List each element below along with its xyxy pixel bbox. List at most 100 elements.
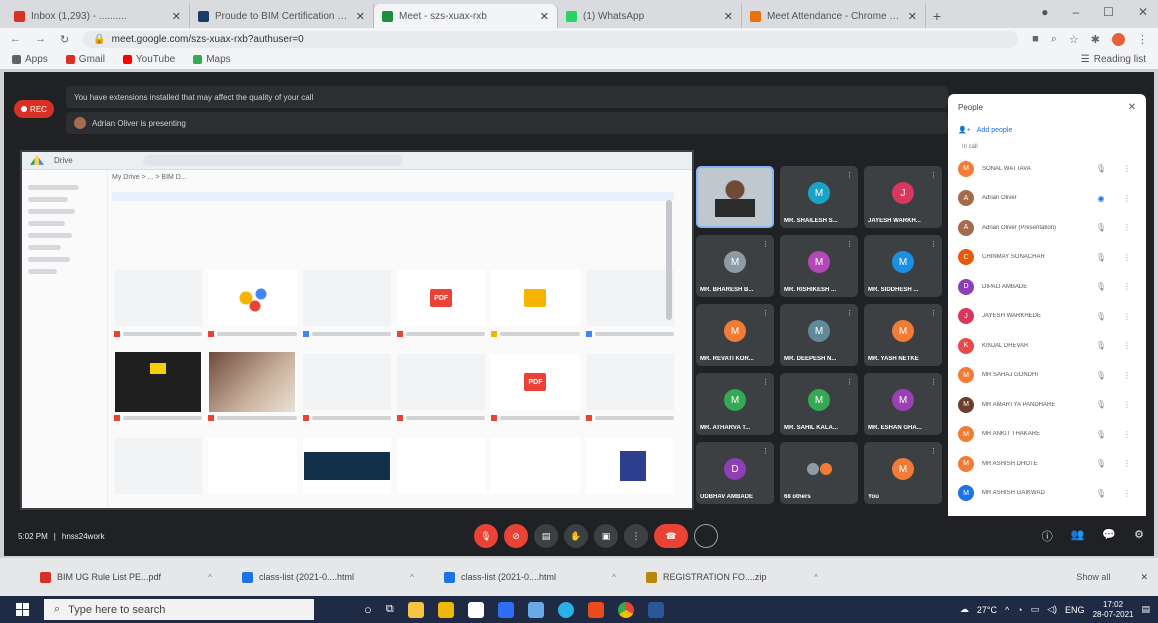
participant-row[interactable]: M MR ASHISH DHOTE 🎙 ⋮ (948, 449, 1146, 479)
participant-tile[interactable]: D UDBHAV AMBADE ⋮ (696, 442, 774, 504)
new-tab-button[interactable]: + (926, 4, 948, 28)
camera-off-button[interactable]: ⊘ (504, 524, 528, 548)
more-options-icon[interactable]: ⋮ (1118, 223, 1136, 232)
participant-tile[interactable]: M MR. ATHARVA T... ⋮ (696, 373, 774, 435)
more-options-icon[interactable]: ⋮ (1118, 489, 1136, 498)
present-button[interactable]: ▣ (594, 524, 618, 548)
participant-tile[interactable]: M MR. REVATI KOR... ⋮ (696, 304, 774, 366)
url-field[interactable]: 🔒 meet.google.com/szs-xuax-rxb?authuser=… (83, 30, 1019, 48)
add-people-button[interactable]: 👤+ Add people (948, 120, 1146, 140)
reading-list-button[interactable]: ☰ Reading list (1081, 54, 1146, 65)
participant-tile[interactable]: J JAYESH WARKH... ⋮ (864, 166, 942, 228)
star-icon[interactable]: ☆ (1069, 33, 1079, 46)
participant-tile[interactable]: M MR. SAHIL KALA... ⋮ (780, 373, 858, 435)
zoom-icon[interactable]: ⌕ (1051, 33, 1057, 46)
participant-tile[interactable]: M You ⋮ (864, 442, 942, 504)
bookmark-3[interactable]: Maps (193, 54, 231, 65)
profile-menu-icon[interactable]: ● (1041, 5, 1048, 19)
menu-dots-icon[interactable]: ⋮ (1137, 33, 1148, 46)
participant-tile[interactable] (696, 166, 774, 228)
participant-tile[interactable]: M MR. YASH NETKE ⋮ (864, 304, 942, 366)
more-options-icon[interactable]: ⋮ (1118, 400, 1136, 409)
mic-off-button[interactable]: 🎙 (474, 524, 498, 548)
participant-row[interactable]: M MR ANKIT THAKARE 🎙 ⋮ (948, 420, 1146, 450)
volume-icon[interactable]: ◁) (1047, 604, 1057, 615)
reload-icon[interactable]: ↻ (60, 33, 69, 46)
participant-row[interactable]: K KINJAL DHEVAR 🎙 ⋮ (948, 331, 1146, 361)
close-downloads-icon[interactable]: ✕ (1140, 572, 1148, 583)
bookmark-1[interactable]: Gmail (65, 54, 105, 65)
mic-muted-icon[interactable]: 🎙 (1092, 459, 1110, 468)
participant-row[interactable]: A Adrian Oliver ◉ ⋮ (948, 184, 1146, 214)
app-icon-1[interactable] (407, 601, 424, 618)
download-item[interactable]: class-list (2021-0....html ^ (444, 571, 616, 583)
more-options-icon[interactable]: ⋮ (1118, 253, 1136, 262)
taskbar-search[interactable]: ⌕ Type here to search (44, 599, 314, 620)
raise-hand-button[interactable]: ✋ (564, 524, 588, 548)
drive-scrollbar[interactable] (666, 200, 672, 320)
participant-tile[interactable]: M MR. RISHIKESH ... ⋮ (780, 235, 858, 297)
activities-icon[interactable]: ⚙ (1134, 528, 1144, 544)
participant-row[interactable]: C CHINMAY SONACHAR 🎙 ⋮ (948, 243, 1146, 273)
tab-close-icon[interactable]: ✕ (540, 10, 549, 23)
mic-muted-icon[interactable]: 🎙 (1092, 430, 1110, 439)
back-icon[interactable]: ← (10, 33, 21, 45)
mic-muted-icon[interactable]: 🎙 (1092, 253, 1110, 262)
more-options-icon[interactable]: ⋮ (1118, 430, 1136, 439)
mic-muted-icon[interactable]: 🎙 (1092, 282, 1110, 291)
show-all-button[interactable]: Show all (1076, 572, 1110, 582)
tab-close-icon[interactable]: ✕ (724, 10, 733, 23)
participant-row[interactable]: D DIPALI AMBADE 🎙 ⋮ (948, 272, 1146, 302)
chevron-up-icon[interactable]: ^ (814, 573, 818, 582)
more-options-icon[interactable]: ⋮ (1118, 194, 1136, 203)
download-item[interactable]: REGISTRATION FO....zip ^ (646, 571, 818, 583)
mic-muted-icon[interactable]: 🎙 (1092, 341, 1110, 350)
chevron-up-icon[interactable]: ^ (612, 573, 616, 582)
tab-close-icon[interactable]: ✕ (356, 10, 365, 23)
mic-muted-icon[interactable]: 🎙 (1092, 371, 1110, 380)
tray-chevron-icon[interactable]: ^ (1005, 605, 1009, 615)
more-options-icon[interactable]: ⋮ (1118, 459, 1136, 468)
participant-row[interactable]: A Adrian Oliver (Presentation) 🎙 ⋮ (948, 213, 1146, 243)
edge-icon[interactable] (557, 601, 574, 618)
more-options-icon[interactable]: ⋮ (1118, 312, 1136, 321)
participant-tile[interactable]: 68 others (780, 442, 858, 504)
browser-tab-4[interactable]: Meet Attendance - Chrome Wel... ✕ (742, 4, 926, 28)
forward-icon[interactable]: → (35, 33, 46, 45)
browser-tab-2[interactable]: Meet - szs-xuax-rxb ✕ (374, 4, 558, 28)
office-icon[interactable] (587, 601, 604, 618)
weather-icon[interactable]: ☁ (960, 604, 969, 615)
participant-tile[interactable]: M MR. ESHAN GHA... ⋮ (864, 373, 942, 435)
download-item[interactable]: class-list (2021-0....html ^ (242, 571, 414, 583)
bookmark-2[interactable]: YouTube (122, 54, 175, 65)
close-icon[interactable]: ✕ (1128, 102, 1136, 113)
battery-icon[interactable]: ▭ (1031, 604, 1040, 615)
camera-icon[interactable]: ■ (1032, 33, 1039, 45)
captions-button[interactable]: ▤ (534, 524, 558, 548)
file-explorer-icon[interactable] (437, 601, 454, 618)
participant-row[interactable]: M SONAL WATTAVA 🎙 ⋮ (948, 154, 1146, 184)
mic-muted-icon[interactable]: 🎙 (1092, 312, 1110, 321)
mic-muted-icon[interactable]: 🎙 (1092, 223, 1110, 232)
maximize-button[interactable]: ☐ (1103, 5, 1114, 19)
chevron-up-icon[interactable]: ^ (208, 573, 212, 582)
minimize-button[interactable]: – (1072, 5, 1079, 19)
mic-muted-icon[interactable]: 🎙 (1092, 489, 1110, 498)
more-options-icon[interactable]: ⋮ (1118, 341, 1136, 350)
store-icon[interactable] (527, 601, 544, 618)
tab-close-icon[interactable]: ✕ (908, 10, 917, 23)
mic-muted-icon[interactable]: 🎙 (1092, 400, 1110, 409)
more-options-icon[interactable]: ⋮ (1118, 371, 1136, 380)
more-options-icon[interactable]: ⋮ (1118, 282, 1136, 291)
info-icon[interactable]: ⓘ (1042, 528, 1053, 544)
browser-tab-1[interactable]: Proude to BIM Certification Co... ✕ (190, 4, 374, 28)
start-button[interactable] (0, 603, 44, 616)
participant-row[interactable]: M MR SAHAJ GONDHI 🎙 ⋮ (948, 361, 1146, 391)
profile-avatar[interactable] (1112, 32, 1125, 46)
browser-tab-0[interactable]: Inbox (1,293) - .......... ✕ (6, 4, 190, 28)
speaking-icon[interactable]: ◉ (1092, 194, 1110, 203)
mic-muted-icon[interactable]: 🎙 (1092, 164, 1110, 173)
participant-tile[interactable]: M MR. BHARESH B... ⋮ (696, 235, 774, 297)
puzzle-icon[interactable]: ✱ (1091, 33, 1100, 46)
amazon-icon[interactable] (467, 601, 484, 618)
